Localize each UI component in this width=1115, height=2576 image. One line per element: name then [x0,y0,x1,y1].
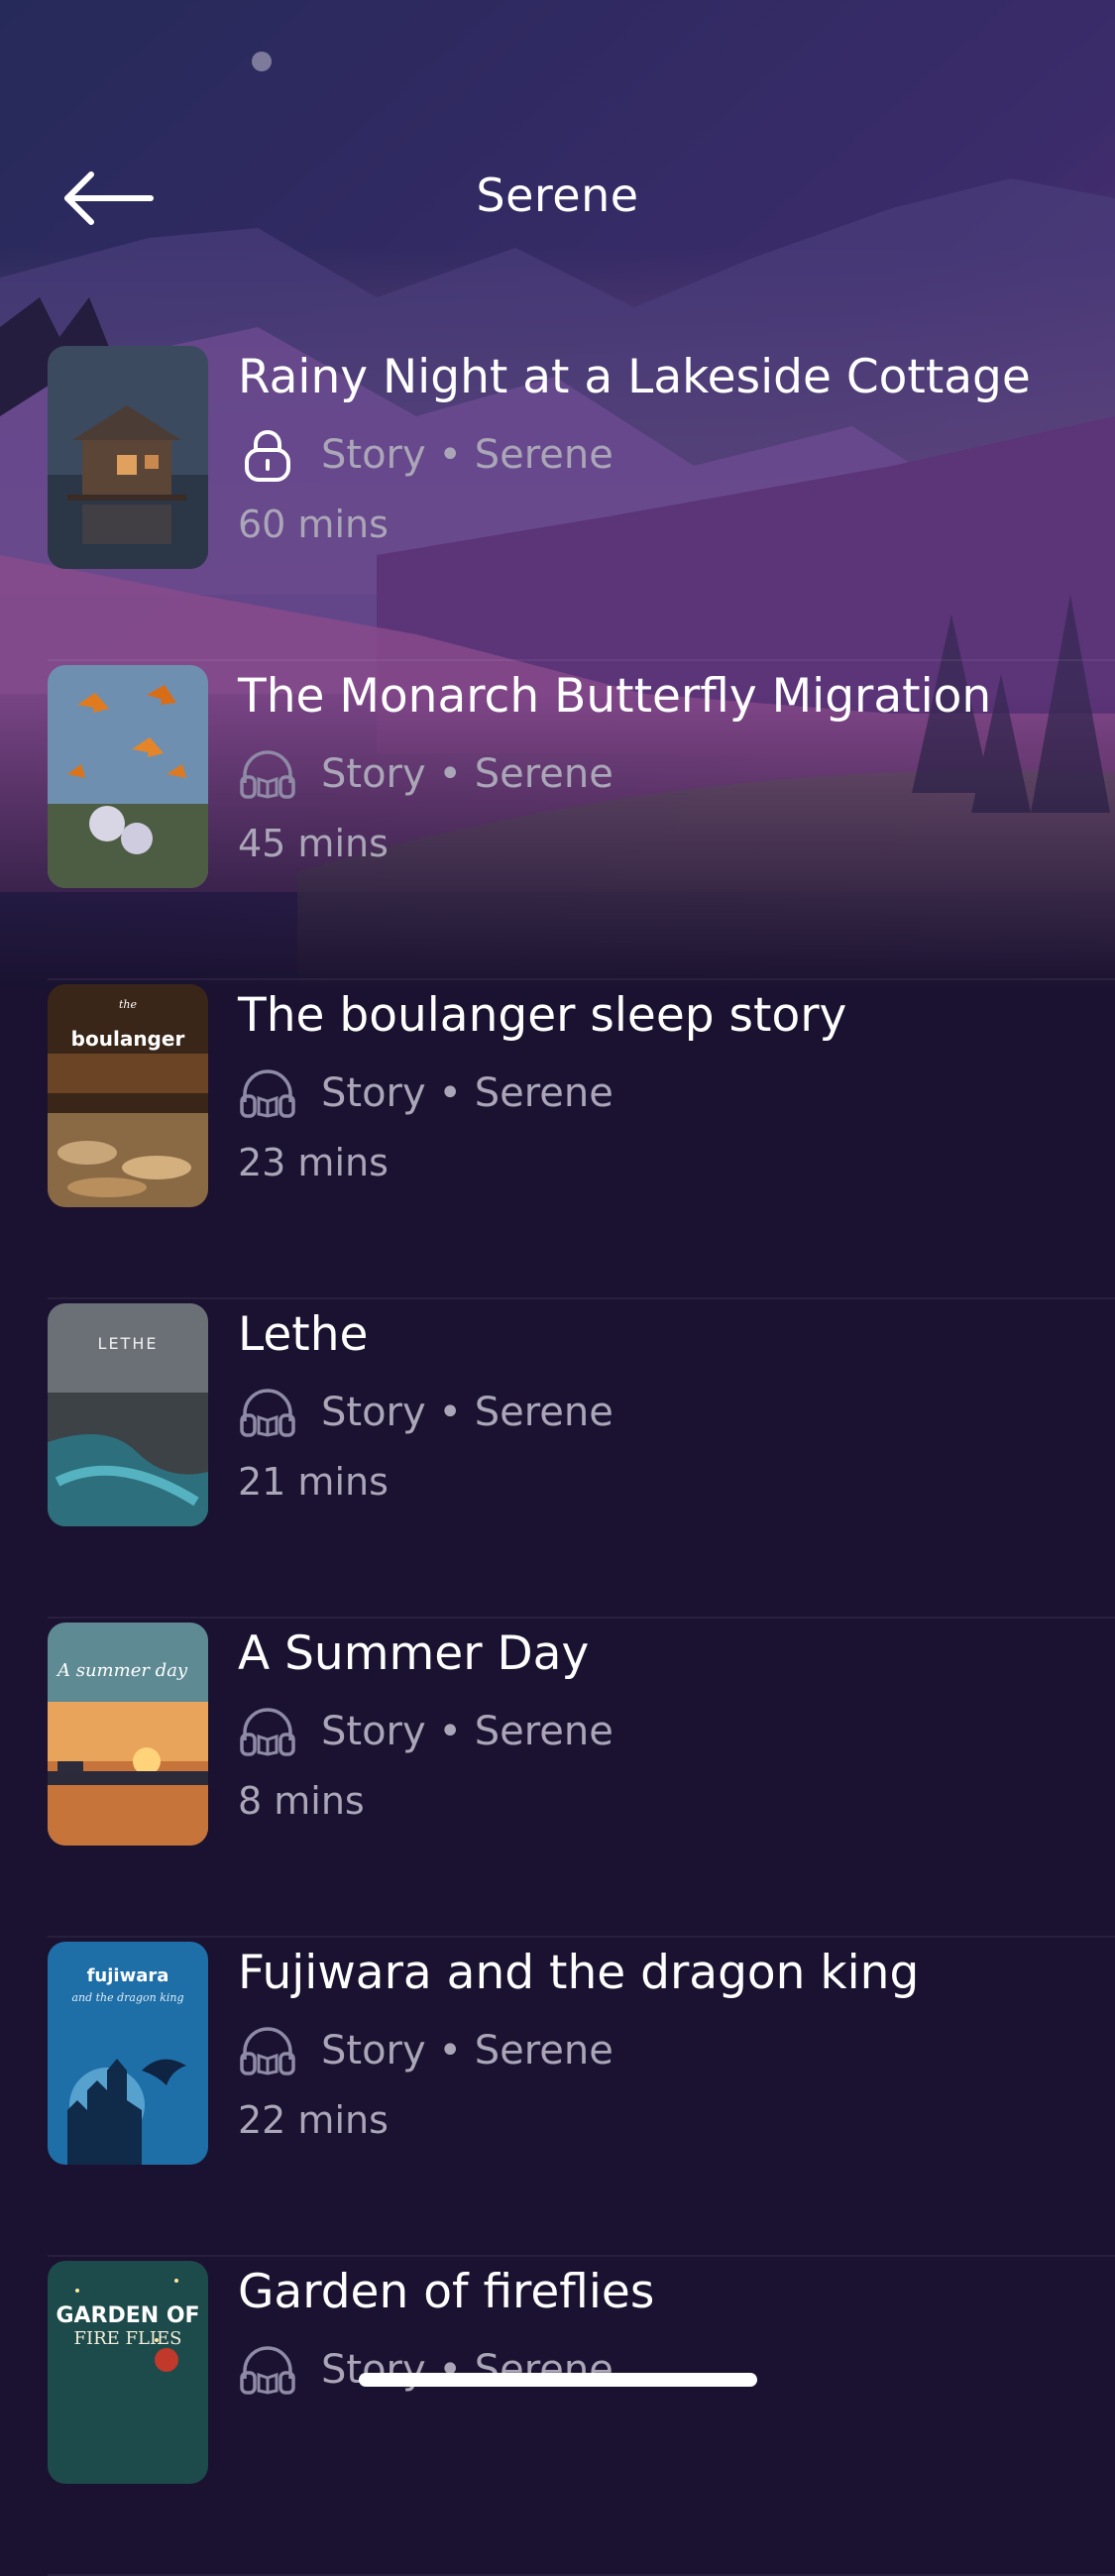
header: Serene [0,149,1115,248]
item-title: Rainy Night at a Lakeside Cottage [238,350,1031,404]
item-duration: 21 mins [238,1460,389,1504]
cover-image: the boulanger [48,984,208,1207]
list-item[interactable]: the boulanger The boulanger sleep story [0,980,1115,1299]
item-title: The boulanger sleep story [238,988,847,1043]
item-duration: 45 mins [238,822,389,865]
cover-small-text: FIRE FLIES [73,2328,181,2349]
cover-image: GARDEN OF FIRE FLIES [48,2261,208,2484]
camera-dot [252,52,272,71]
cover-image: LETHE [48,1303,208,1526]
cover-image [48,665,208,888]
lock-icon [238,425,297,485]
item-duration: 22 mins [238,2098,389,2142]
item-duration: 60 mins [238,503,389,546]
item-category: Story • Serene [321,1070,613,1116]
headphones-icon [238,2340,297,2400]
list-item[interactable]: A summer day A Summer Day Story • Serene [0,1619,1115,1938]
cover-text: fujiwara [87,1965,169,1986]
item-title: Garden of fireflies [238,2265,655,2319]
list-item[interactable]: fujiwara and the dragon king Fujiwara an… [0,1938,1115,2257]
cover-text: boulanger [71,1027,185,1051]
item-category: Story • Serene [321,1390,613,1435]
cover-text: A summer day [56,1660,188,1681]
headphones-icon [238,744,297,804]
item-title: The Monarch Butterfly Migration [238,669,992,724]
cover-image: A summer day [48,1623,208,1846]
headphones-icon [238,2021,297,2080]
headphones-icon [238,1383,297,1442]
list-item[interactable]: The Monarch Butterfly Migration Story • … [0,661,1115,980]
item-category: Story • Serene [321,2028,613,2073]
item-title: Fujiwara and the dragon king [238,1946,920,2000]
list-item[interactable]: GARDEN OF FIRE FLIES Garden of fireflies [0,2257,1115,2576]
cover-image: fujiwara and the dragon king [48,1942,208,2165]
item-title: A Summer Day [238,1626,590,1681]
list-item[interactable]: Rainy Night at a Lakeside Cottage Story … [0,342,1115,661]
cover-small-text: the [119,998,138,1011]
list-item[interactable]: LETHE Lethe Story • Serene 21 mins [0,1299,1115,1619]
home-indicator[interactable] [359,2373,757,2387]
item-category: Story • Serene [321,432,613,478]
page-title: Serene [476,168,639,222]
headphones-icon [238,1702,297,1761]
item-duration: 8 mins [238,1779,365,1823]
headphones-icon [238,1064,297,1123]
cover-image [48,346,208,569]
cover-text: LETHE [98,1334,159,1353]
item-category: Story • Serene [321,1709,613,1754]
cover-text: GARDEN OF [56,2303,199,2328]
item-title: Lethe [238,1307,369,1362]
story-list: Rainy Night at a Lakeside Cottage Story … [0,342,1115,2576]
item-duration: 23 mins [238,1141,389,1184]
item-category: Story • Serene [321,751,613,797]
cover-small-text: and the dragon king [71,1991,183,2004]
